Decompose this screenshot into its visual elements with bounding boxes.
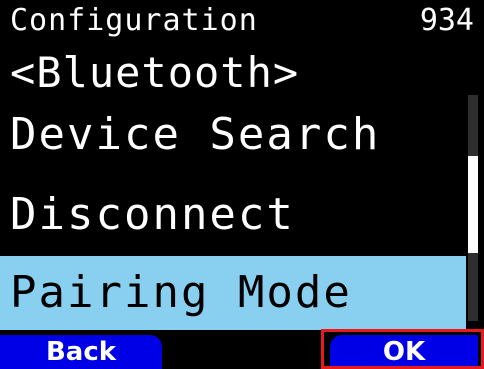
scrollbar-thumb[interactable]: [468, 156, 478, 253]
back-button[interactable]: Back: [0, 335, 162, 369]
page-title: Configuration: [10, 3, 258, 38]
menu-number: 934: [419, 3, 474, 38]
menu-item-disconnect[interactable]: Disconnect: [0, 176, 466, 254]
submenu-title: <Bluetooth>: [10, 48, 300, 97]
scrollbar-track[interactable]: [468, 95, 478, 321]
menu-item-device-search[interactable]: Device Search: [0, 96, 466, 174]
menu-item-pairing-mode[interactable]: Pairing Mode: [0, 256, 466, 330]
radio-display: Configuration 934 <Bluetooth> Device Sea…: [0, 0, 484, 369]
ok-button[interactable]: OK: [330, 335, 478, 369]
